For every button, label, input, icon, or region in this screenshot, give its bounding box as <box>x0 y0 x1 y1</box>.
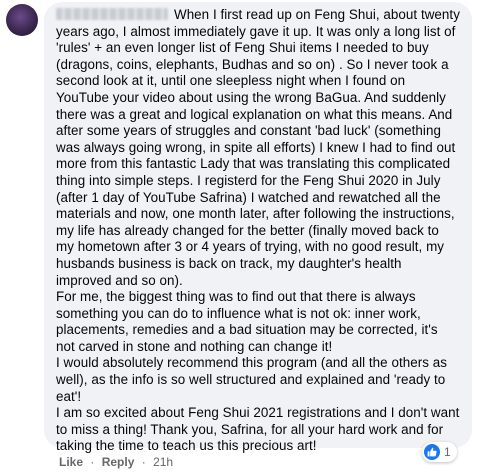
avatar[interactable] <box>6 4 38 36</box>
timestamp[interactable]: 21h <box>153 455 173 469</box>
reaction-count-badge[interactable]: 1 <box>422 442 457 462</box>
separator: · <box>141 455 146 469</box>
like-button[interactable]: Like <box>59 455 83 469</box>
comment-bubble: When I first read up on Feng Shui, about… <box>44 2 472 453</box>
comment-body: When I first read up on Feng Shui, about… <box>56 7 460 455</box>
comment-actions: Like · Reply · 21h <box>59 455 173 469</box>
reaction-count: 1 <box>444 445 451 459</box>
like-thumb-icon <box>424 444 440 460</box>
separator: · <box>90 455 95 469</box>
author-name-blurred[interactable] <box>56 8 168 20</box>
comment-text: When I first read up on Feng Shui, about… <box>56 7 460 454</box>
reply-button[interactable]: Reply <box>102 455 135 469</box>
